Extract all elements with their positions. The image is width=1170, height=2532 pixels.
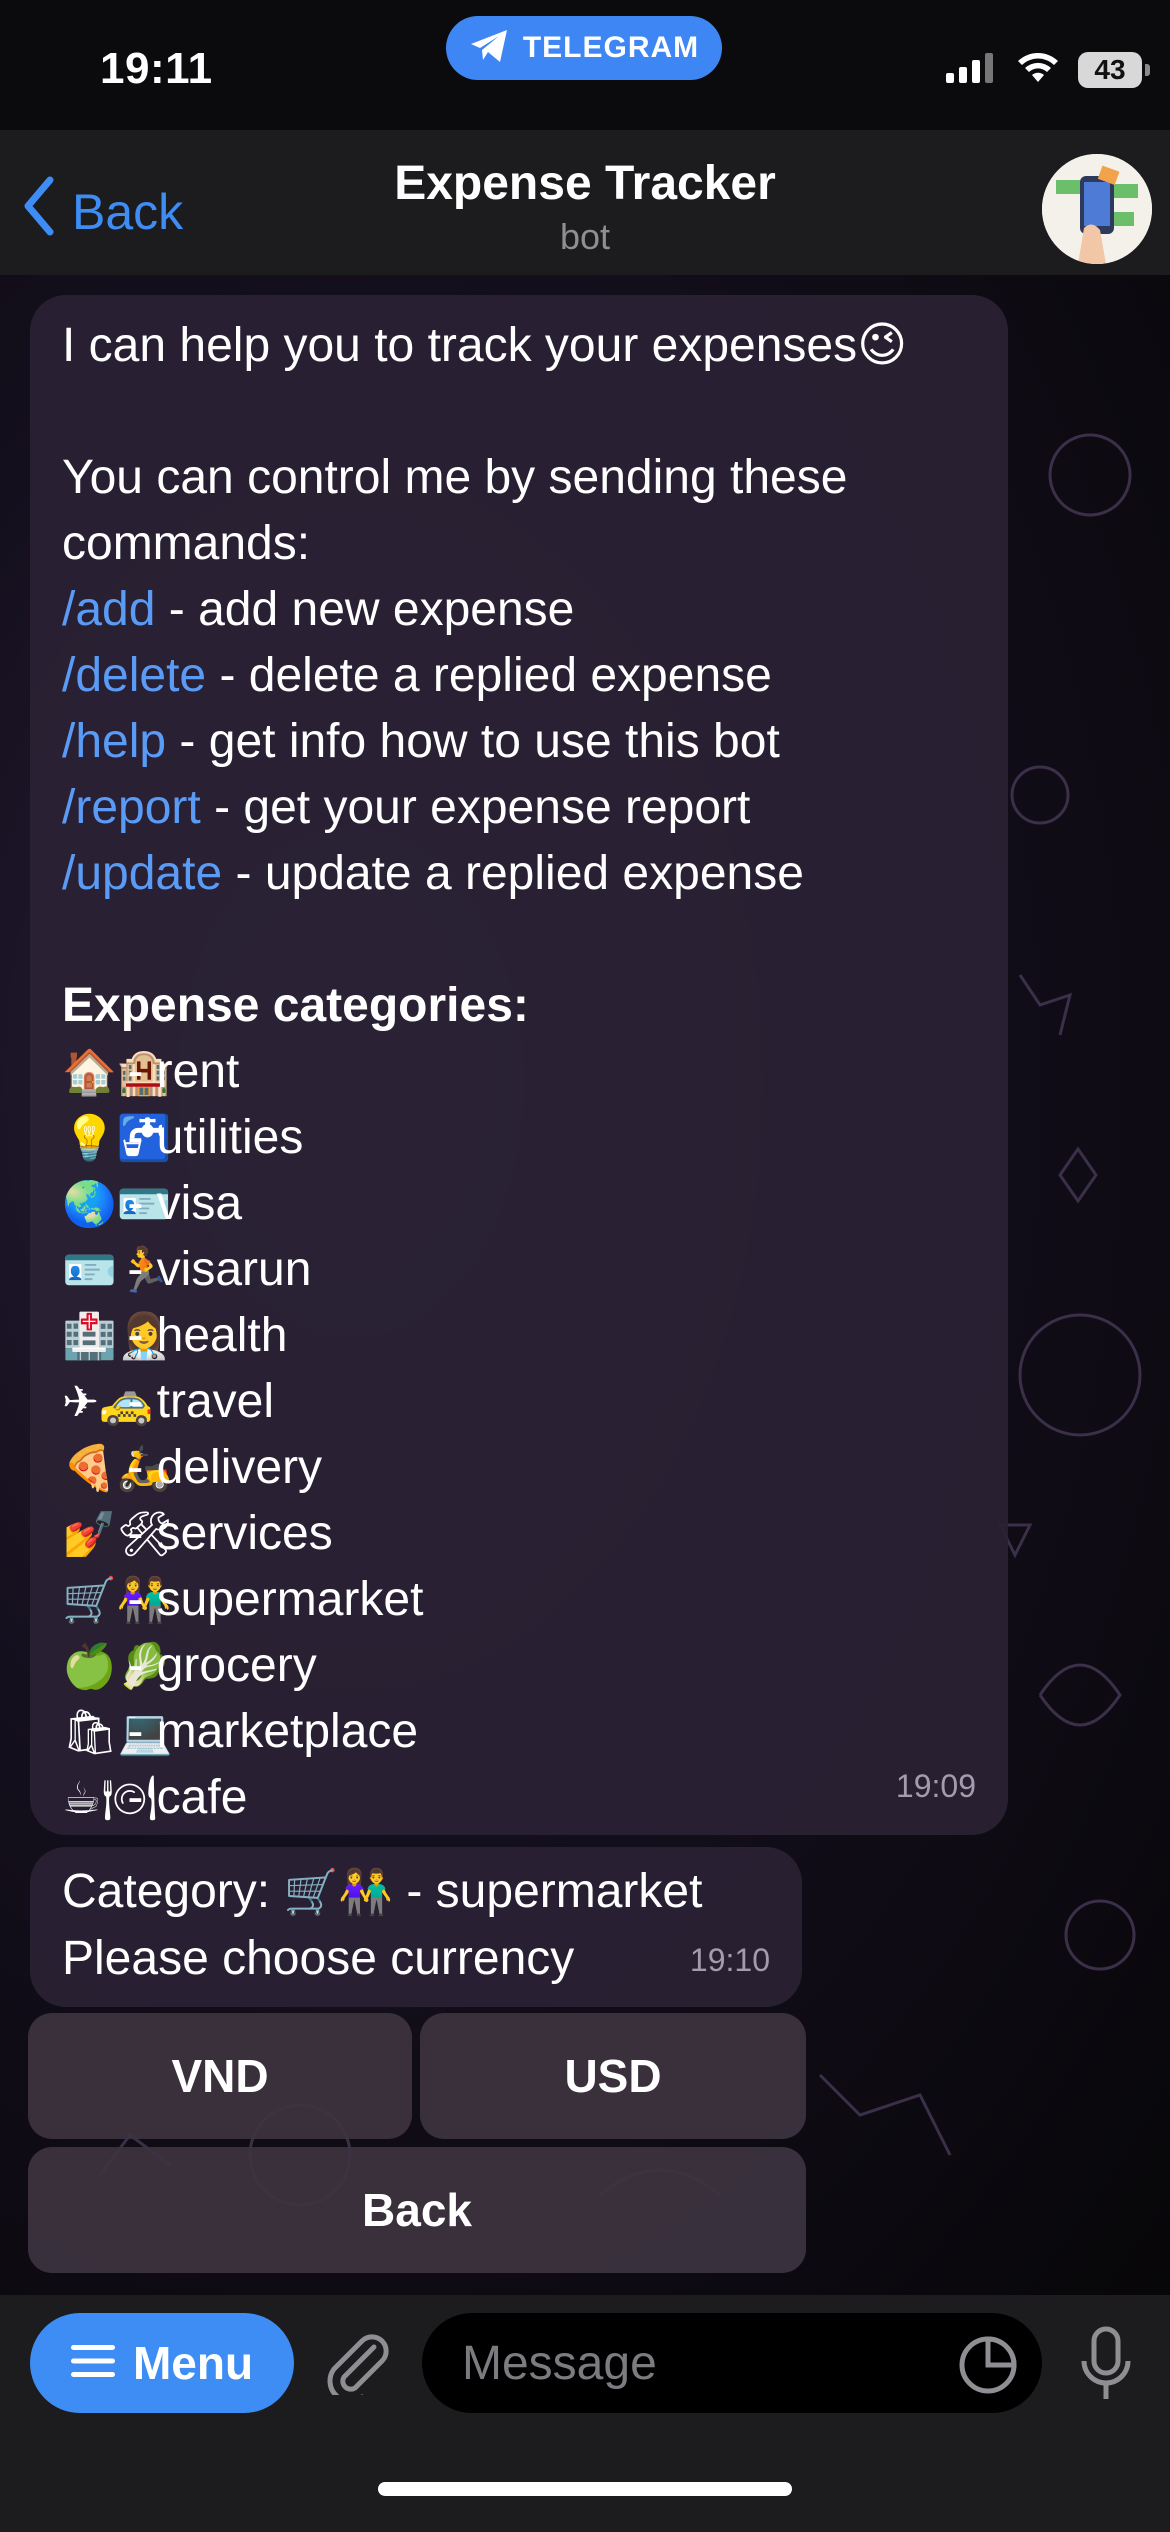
- category-label: - grocery: [114, 1639, 317, 1692]
- chat-subtitle: bot: [559, 216, 611, 257]
- command-desc: - update a replied expense: [222, 847, 804, 900]
- chat-header: Back Expense Tracker bot: [0, 130, 1170, 276]
- input-bar: Menu: [0, 2295, 1170, 2532]
- microphone-icon[interactable]: [1078, 2325, 1134, 2410]
- message-bubble-category[interactable]: Category: 🛒👫 - supermarket Please choose…: [30, 1847, 802, 2007]
- battery-indicator: 43: [1078, 51, 1150, 88]
- category-item-supermarket: 🛒👫 - supermarket: [62, 1567, 976, 1633]
- command-link-update[interactable]: /update: [62, 847, 222, 900]
- category-emoji: 🛒👫: [62, 1575, 172, 1626]
- category-emoji: 🏥👩‍⚕️: [62, 1311, 172, 1362]
- command-desc: - get your expense report: [200, 781, 751, 834]
- category-emoji: ☕🍽: [62, 1773, 158, 1824]
- category-label: - rent: [114, 1045, 240, 1098]
- status-time: 19:11: [100, 44, 213, 93]
- category-label: - marketplace: [114, 1705, 419, 1758]
- category-item-marketplace: 🛍💻 - marketplace: [62, 1699, 976, 1765]
- chat-title[interactable]: Expense Tracker: [0, 156, 1170, 211]
- message-input[interactable]: [422, 2313, 1042, 2413]
- category-emoji: 🏠🏨: [62, 1047, 172, 1098]
- telegram-pill[interactable]: TELEGRAM: [446, 16, 722, 80]
- category-emoji: 💡🚰: [62, 1113, 172, 1164]
- categories-title: Expense categories:: [62, 979, 529, 1032]
- attach-icon[interactable]: [322, 2333, 392, 2404]
- message-bubble-intro[interactable]: I can help you to track your expenses😉 Y…: [30, 295, 1008, 1835]
- category-item-delivery: 🍕🛵 - delivery: [62, 1435, 976, 1501]
- category-emoji: 🪪🏃: [62, 1245, 172, 1296]
- category-emoji: 🛍💻: [62, 1707, 173, 1758]
- command-link-help[interactable]: /help: [62, 715, 166, 768]
- category-item-travel: ✈🚕 - travel: [62, 1369, 976, 1435]
- wink-emoji: 😉: [857, 319, 908, 372]
- message-timestamp: 19:09: [895, 1768, 976, 1804]
- home-indicator: [378, 2482, 792, 2496]
- command-link-add[interactable]: /add: [62, 583, 155, 636]
- keyboard-back-button[interactable]: Back: [28, 2147, 806, 2273]
- category-item-cafe: ☕🍽 - cafe: [62, 1765, 976, 1831]
- category-emoji: 🍏🥬: [62, 1641, 172, 1692]
- category-emoji: 💅🛠: [62, 1509, 173, 1560]
- command-desc: - delete a replied expense: [206, 649, 772, 702]
- telegram-label: TELEGRAM: [522, 31, 700, 64]
- menu-button[interactable]: Menu: [30, 2313, 294, 2413]
- vnd-button[interactable]: VND: [28, 2013, 412, 2139]
- wifi-icon: [1016, 50, 1060, 89]
- category-emoji: 🌏🪪: [62, 1179, 172, 1230]
- category-label: - health: [114, 1309, 288, 1362]
- category-label: - services: [114, 1507, 333, 1560]
- message-line: You can control me by sending these: [62, 451, 848, 504]
- category-emoji: 🛒👫: [283, 1867, 394, 1918]
- bot-avatar[interactable]: [1042, 154, 1152, 264]
- message-line: I can help you to track your expenses😉: [62, 319, 908, 372]
- category-label: - supermarket: [114, 1573, 424, 1626]
- command-link-report[interactable]: /report: [62, 781, 201, 834]
- category-item-grocery: 🍏🥬 - grocery: [62, 1633, 976, 1699]
- message-line: Please choose currency: [62, 1932, 575, 1985]
- cellular-signal-icon: [946, 51, 998, 88]
- category-label: - travel: [114, 1375, 275, 1428]
- category-emoji: ✈🚕: [62, 1377, 154, 1428]
- category-label: - visarun: [114, 1243, 312, 1296]
- chat-area[interactable]: I can help you to track your expenses😉 Y…: [0, 275, 1170, 2295]
- category-item-health: 🏥👩‍⚕️ - health: [62, 1303, 976, 1369]
- command-desc: - get info how to use this bot: [166, 715, 780, 768]
- category-label: - visa: [114, 1177, 243, 1230]
- usd-button[interactable]: USD: [420, 2013, 806, 2139]
- category-label: - delivery: [114, 1441, 323, 1494]
- category-item-services: 💅🛠 - services: [62, 1501, 976, 1567]
- telegram-plane-icon: [469, 28, 509, 69]
- category-item-visarun: 🪪🏃 - visarun: [62, 1237, 976, 1303]
- message-line: commands:: [62, 517, 311, 570]
- category-item-visa: 🌏🪪 - visa: [62, 1171, 976, 1237]
- status-icons: 43: [946, 50, 1150, 89]
- message-line: Category: 🛒👫 - supermarket: [62, 1859, 770, 1926]
- menu-label: Menu: [132, 2337, 254, 2389]
- category-label: - utilities: [114, 1111, 304, 1164]
- category-emoji: 🍕🛵: [62, 1443, 172, 1494]
- category-label: - cafe: [114, 1771, 248, 1824]
- category-item-utilities: 💡🚰 - utilities: [62, 1105, 976, 1171]
- hamburger-icon: [70, 2336, 115, 2390]
- command-desc: - add new expense: [155, 583, 575, 636]
- message-timestamp: 19:10: [689, 1942, 770, 1978]
- sticker-icon[interactable]: [956, 2333, 1020, 2402]
- command-link-delete[interactable]: /delete: [62, 649, 206, 702]
- category-item-rent: 🏠🏨 - rent: [62, 1039, 976, 1105]
